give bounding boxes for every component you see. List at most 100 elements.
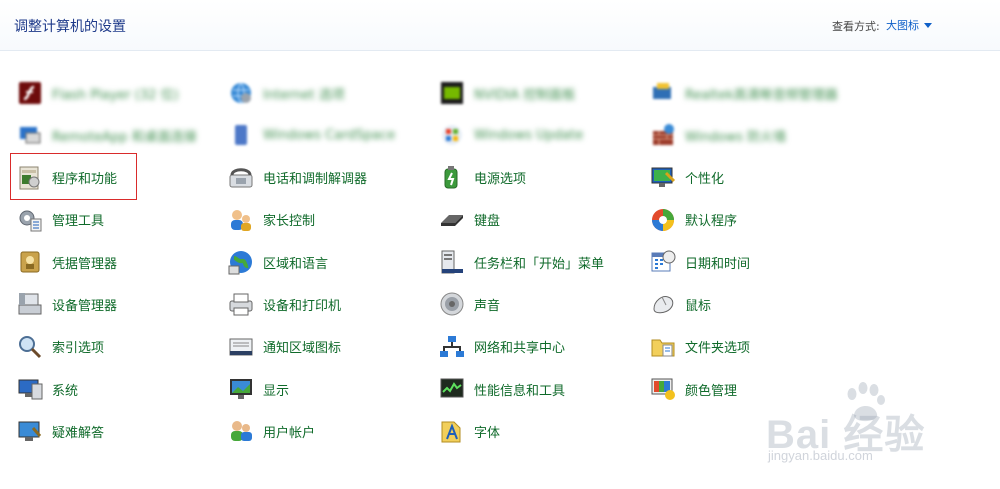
control-panel-item[interactable]: 默认程序 xyxy=(645,199,885,241)
credential-manager-icon xyxy=(16,248,44,276)
system-icon xyxy=(16,375,44,403)
display-icon xyxy=(227,375,255,403)
region-language-icon xyxy=(227,248,255,276)
control-panel-item-label[interactable]: 程序和功能 xyxy=(52,168,117,187)
control-panel-item-label[interactable]: 电源选项 xyxy=(474,168,526,187)
control-panel-item-label[interactable]: Windows 防火墙 xyxy=(685,126,786,145)
control-panel-item[interactable]: 颜色管理 xyxy=(645,368,885,410)
control-panel-item[interactable]: 区域和语言 xyxy=(223,241,434,283)
control-panel-item[interactable]: 网络和共享中心 xyxy=(434,326,645,368)
view-by-dropdown[interactable]: 大图标 xyxy=(886,17,932,33)
control-panel-item[interactable]: 个性化 xyxy=(645,157,885,199)
control-panel-item[interactable]: 声音 xyxy=(434,283,645,325)
control-panel-item[interactable]: 管理工具 xyxy=(12,199,223,241)
control-panel-item[interactable]: 鼠标 xyxy=(645,283,885,325)
control-panel-item-label[interactable]: Internet 选项 xyxy=(263,84,345,103)
remote-desktop-icon xyxy=(16,121,44,149)
control-panel-item[interactable]: 显示 xyxy=(223,368,434,410)
control-panel-item-label[interactable]: Realtek高清晰音频管理器 xyxy=(685,84,838,103)
control-panel-item[interactable]: 日期和时间 xyxy=(645,241,885,283)
chevron-down-icon[interactable] xyxy=(924,22,932,28)
control-panel-item[interactable]: Realtek高清晰音频管理器 xyxy=(645,72,885,114)
control-panel-item[interactable]: 用户帐户 xyxy=(223,410,434,452)
keyboard-icon xyxy=(438,206,466,234)
control-panel-item[interactable]: 电源选项 xyxy=(434,157,645,199)
control-panel-item[interactable]: RemoteApp 和桌面连接 xyxy=(12,114,223,156)
control-panel-item-label[interactable]: 性能信息和工具 xyxy=(474,380,565,399)
control-panel-item[interactable]: NVIDIA 控制面板 xyxy=(434,72,645,114)
control-panel-item-label[interactable]: Flash Player (32 位) xyxy=(52,84,179,103)
control-panel-item-label[interactable]: 家长控制 xyxy=(263,210,315,229)
cardspace-icon xyxy=(227,121,255,149)
windows-update-icon xyxy=(438,121,466,149)
control-panel-item[interactable]: Internet 选项 xyxy=(223,72,434,114)
phone-modem-icon xyxy=(227,164,255,192)
control-panel-item[interactable]: Windows CardSpace xyxy=(223,114,434,156)
control-panel-item[interactable]: 程序和功能 xyxy=(12,157,223,199)
control-panel-item-label[interactable]: 颜色管理 xyxy=(685,380,737,399)
control-panel-item-label[interactable]: 声音 xyxy=(474,295,500,314)
control-panel-item[interactable]: 设备管理器 xyxy=(12,283,223,325)
control-panel-item-label[interactable]: RemoteApp 和桌面连接 xyxy=(52,126,197,145)
control-panel-item-label[interactable]: 显示 xyxy=(263,380,289,399)
control-panel-item-label[interactable]: Windows Update xyxy=(474,128,583,143)
parental-controls-icon xyxy=(227,206,255,234)
control-panel-item-label[interactable]: 设备和打印机 xyxy=(263,295,341,314)
speaker-audio-icon xyxy=(649,79,677,107)
control-panel-item-label[interactable]: 系统 xyxy=(52,380,78,399)
sound-icon xyxy=(438,290,466,318)
globe-settings-icon xyxy=(227,79,255,107)
control-panel-item[interactable]: 凭据管理器 xyxy=(12,241,223,283)
control-panel-item[interactable]: 家长控制 xyxy=(223,199,434,241)
control-panel-item[interactable]: 任务栏和「开始」菜单 xyxy=(434,241,645,283)
mouse-icon xyxy=(649,290,677,318)
control-panel-item-label[interactable]: 索引选项 xyxy=(52,337,104,356)
control-panel-item[interactable]: 设备和打印机 xyxy=(223,283,434,325)
control-panel-item-label[interactable]: 凭据管理器 xyxy=(52,253,117,272)
performance-icon xyxy=(438,375,466,403)
control-panel-item[interactable]: 文件夹选项 xyxy=(645,326,885,368)
personalization-icon xyxy=(649,164,677,192)
notification-area-icon xyxy=(227,333,255,361)
control-panel-item-label[interactable]: 默认程序 xyxy=(685,210,737,229)
flash-icon xyxy=(16,79,44,107)
control-panel-item-label[interactable]: NVIDIA 控制面板 xyxy=(474,84,575,103)
control-panel-item[interactable]: 字体 xyxy=(434,410,645,452)
color-management-icon xyxy=(649,375,677,403)
control-panel-item-label[interactable]: 日期和时间 xyxy=(685,253,750,272)
control-panel-item-label[interactable]: 区域和语言 xyxy=(263,253,328,272)
control-panel-item-label[interactable]: 鼠标 xyxy=(685,295,711,314)
control-panel-item-label[interactable]: 网络和共享中心 xyxy=(474,337,565,356)
network-sharing-icon xyxy=(438,333,466,361)
control-panel-item-label[interactable]: 疑难解答 xyxy=(52,422,104,441)
control-panel-item-label[interactable]: 键盘 xyxy=(474,210,500,229)
control-panel-item-label[interactable]: 电话和调制解调器 xyxy=(263,168,367,187)
nvidia-icon xyxy=(438,79,466,107)
power-options-icon xyxy=(438,164,466,192)
control-panel-item-label[interactable]: 文件夹选项 xyxy=(685,337,750,356)
date-time-icon xyxy=(649,248,677,276)
programs-features-icon xyxy=(16,164,44,192)
control-panel-item-label[interactable]: 管理工具 xyxy=(52,210,104,229)
control-panel-item[interactable]: Windows Update xyxy=(434,114,645,156)
page-title: 调整计算机的设置 xyxy=(14,19,126,35)
control-panel-item[interactable]: 疑难解答 xyxy=(12,410,223,452)
view-by-value[interactable]: 大图标 xyxy=(886,17,919,33)
control-panel-item[interactable]: 键盘 xyxy=(434,199,645,241)
control-panel-item[interactable]: Flash Player (32 位) xyxy=(12,72,223,114)
control-panel-item[interactable]: 通知区域图标 xyxy=(223,326,434,368)
control-panel-item-label[interactable]: 任务栏和「开始」菜单 xyxy=(474,253,604,272)
devices-printers-icon xyxy=(227,290,255,318)
control-panel-item[interactable]: 电话和调制解调器 xyxy=(223,157,434,199)
firewall-icon xyxy=(649,121,677,149)
control-panel-item-label[interactable]: 通知区域图标 xyxy=(263,337,341,356)
control-panel-item-label[interactable]: Windows CardSpace xyxy=(263,128,395,143)
control-panel-item[interactable]: 索引选项 xyxy=(12,326,223,368)
control-panel-item-label[interactable]: 用户帐户 xyxy=(263,422,315,441)
control-panel-item-label[interactable]: 字体 xyxy=(474,422,500,441)
control-panel-item-label[interactable]: 设备管理器 xyxy=(52,295,117,314)
control-panel-item-label[interactable]: 个性化 xyxy=(685,168,724,187)
control-panel-item[interactable]: 性能信息和工具 xyxy=(434,368,645,410)
control-panel-item[interactable]: 系统 xyxy=(12,368,223,410)
control-panel-item[interactable]: Windows 防火墙 xyxy=(645,114,885,156)
